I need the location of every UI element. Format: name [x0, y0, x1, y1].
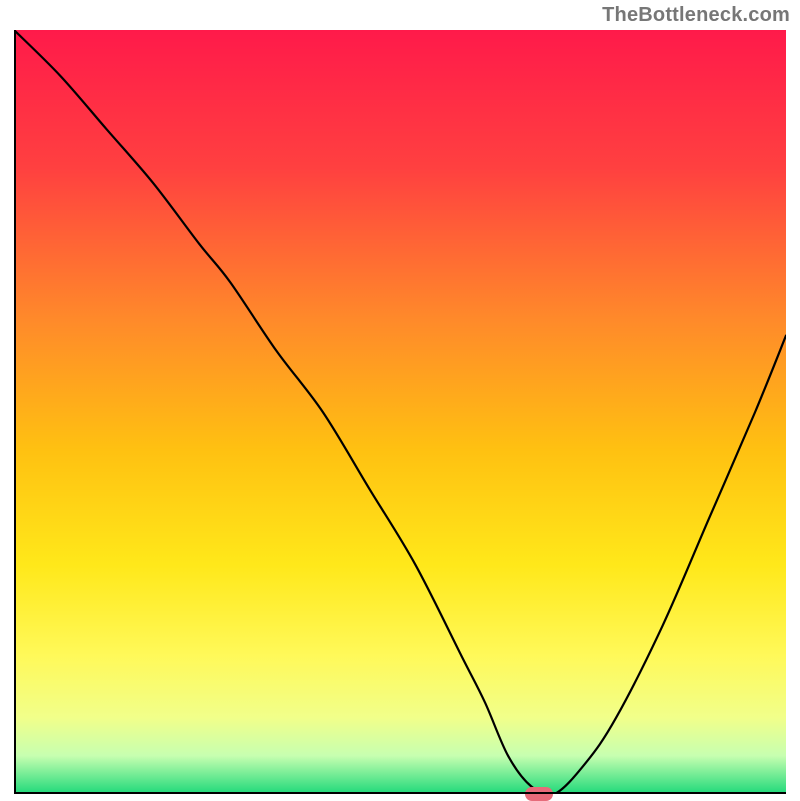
bottleneck-curve	[14, 30, 786, 794]
x-axis	[14, 792, 786, 794]
attribution-label: TheBottleneck.com	[602, 4, 790, 27]
optimum-marker	[525, 787, 553, 801]
chart-area	[14, 30, 786, 794]
y-axis	[14, 30, 16, 794]
